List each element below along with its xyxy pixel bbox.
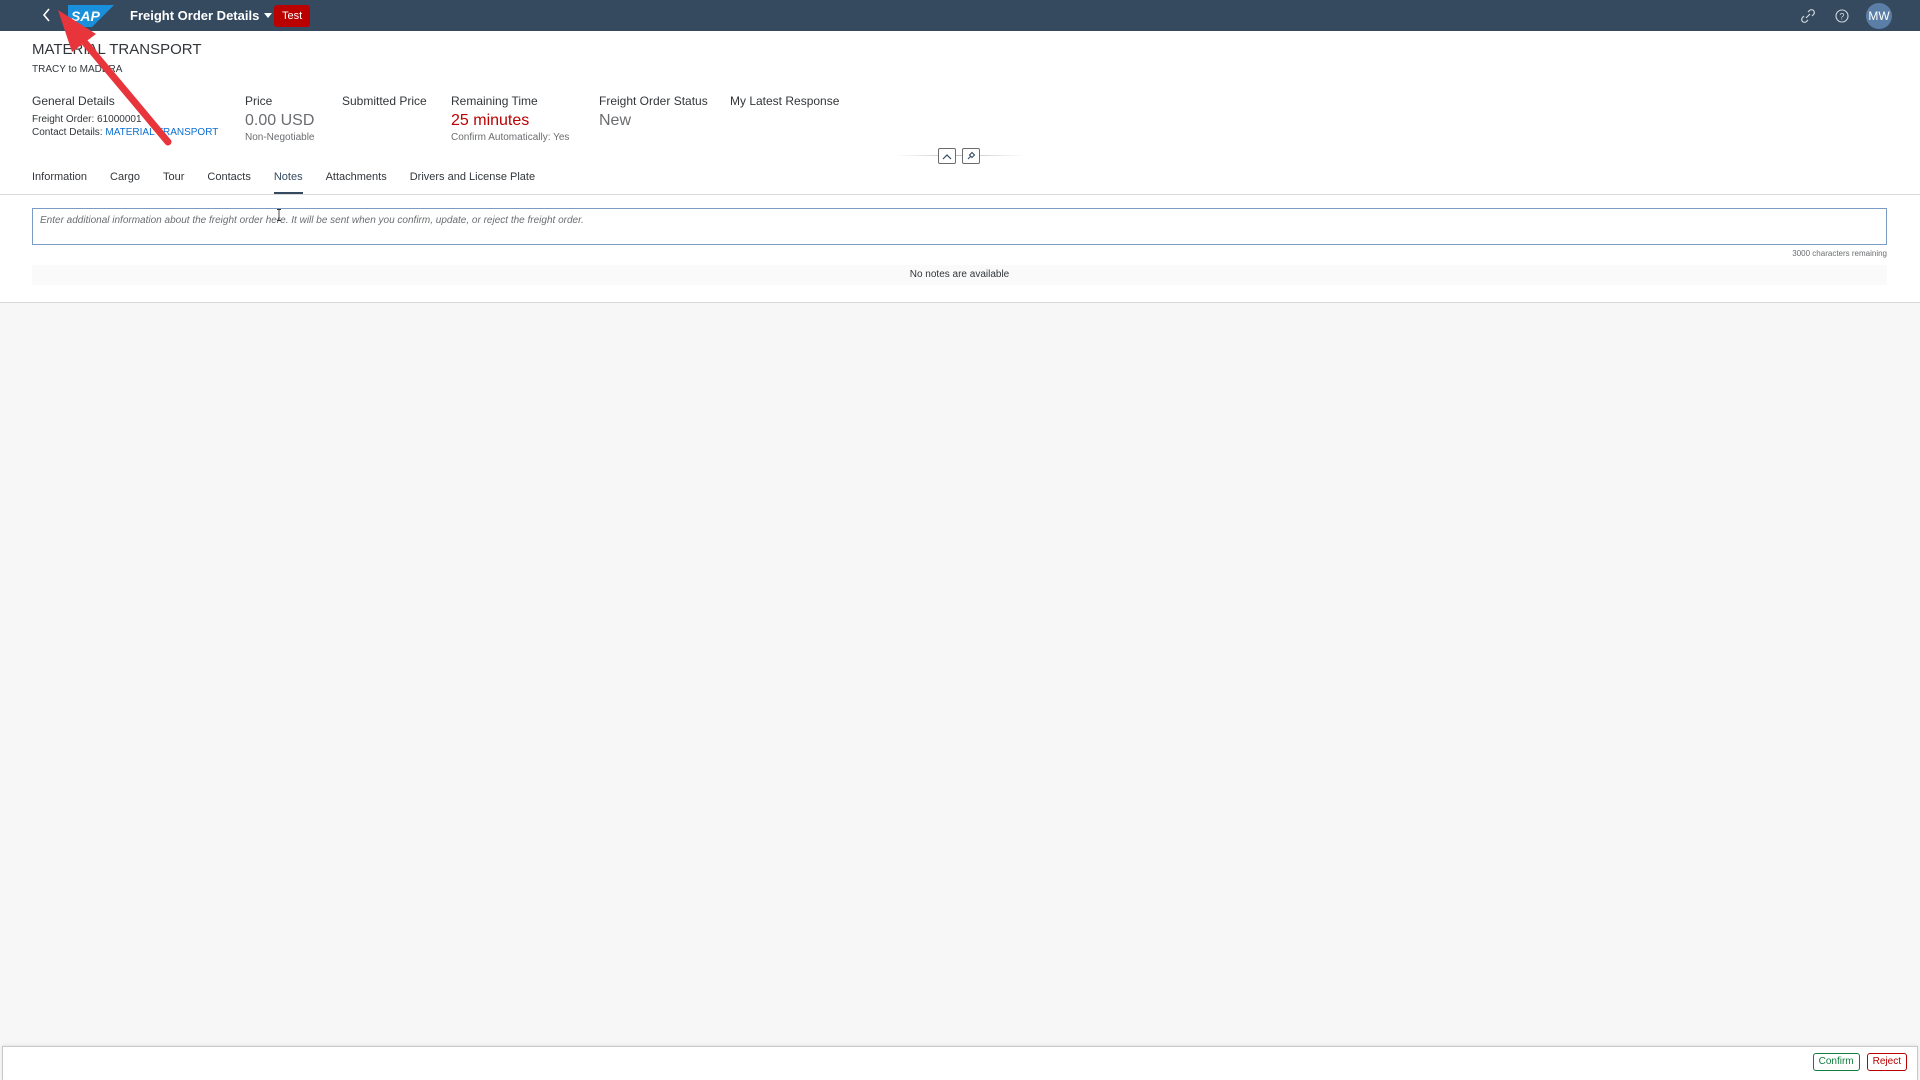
status-kpi: Freight Order Status New	[599, 94, 708, 130]
user-avatar[interactable]: MW	[1866, 3, 1892, 29]
freight-order-value: 61000001	[97, 114, 142, 125]
tab-notes[interactable]: Notes	[273, 171, 303, 194]
tab-cargo[interactable]: Cargo	[110, 171, 140, 194]
help-icon[interactable]: ?	[1832, 6, 1852, 26]
confirm-automatically: Confirm Automatically: Yes	[451, 132, 570, 143]
latest-response-label: My Latest Response	[730, 94, 840, 108]
tab-drivers-license-plate[interactable]: Drivers and License Plate	[410, 171, 535, 194]
price-value: 0.00 USD	[245, 112, 315, 129]
no-notes-message: No notes are available	[32, 265, 1887, 285]
text-cursor-icon	[277, 209, 281, 221]
general-details-label: General Details	[32, 94, 115, 108]
back-icon	[42, 8, 50, 22]
svg-text:?: ?	[1839, 12, 1844, 22]
footer-toolbar: Confirm Reject	[2, 1046, 1918, 1080]
remaining-time-kpi: Remaining Time 25 minutes Confirm Automa…	[451, 94, 569, 143]
app-title-menu[interactable]: Freight Order Details	[130, 8, 273, 23]
chevron-up-icon	[942, 153, 952, 159]
price-label: Price	[245, 94, 273, 108]
notes-input[interactable]	[32, 208, 1887, 245]
status-label: Freight Order Status	[599, 94, 708, 108]
remaining-time-label: Remaining Time	[451, 94, 538, 108]
tab-contacts[interactable]: Contacts	[207, 171, 250, 194]
chevron-down-icon	[264, 12, 273, 18]
header-collapse-bar	[895, 148, 1025, 164]
reject-button[interactable]: Reject	[1866, 1053, 1907, 1071]
price-kpi: Price 0.00 USD Non-Negotiable	[245, 94, 315, 143]
contact-details-label: Contact Details:	[32, 127, 103, 138]
section-tabs: Information Cargo Tour Contacts Notes At…	[32, 171, 558, 194]
collapse-header-button[interactable]	[938, 148, 956, 164]
pin-header-button[interactable]	[962, 148, 980, 164]
pin-icon	[967, 151, 976, 160]
back-button[interactable]	[36, 4, 58, 26]
confirm-button[interactable]: Confirm	[1812, 1053, 1860, 1071]
price-negotiability: Non-Negotiable	[245, 132, 315, 143]
sap-logo[interactable]: SAP	[68, 5, 114, 27]
latest-response-kpi: My Latest Response	[730, 94, 839, 108]
notes-section: 3000 characters remaining No notes are a…	[0, 195, 1920, 303]
shell-bar: SAP Freight Order Details Test ? MW	[0, 0, 1920, 31]
status-value: New	[599, 112, 632, 129]
page-subtitle: TRACY to MADERA	[32, 64, 123, 75]
tab-information[interactable]: Information	[32, 171, 87, 194]
tab-tour[interactable]: Tour	[163, 171, 184, 194]
freight-order-label: Freight Order:	[32, 114, 95, 125]
page-title: MATERIAL TRANSPORT	[32, 41, 202, 58]
freight-order-line: Freight Order: 61000001	[32, 114, 218, 125]
remaining-time-value: 25 minutes	[451, 112, 530, 129]
app-title: Freight Order Details	[130, 8, 260, 23]
environment-badge: Test	[274, 5, 311, 27]
tab-attachments[interactable]: Attachments	[326, 171, 387, 194]
link-icon[interactable]	[1798, 6, 1818, 26]
svg-text:SAP: SAP	[71, 8, 100, 24]
submitted-price-kpi: Submitted Price	[342, 94, 427, 108]
submitted-price-label: Submitted Price	[342, 94, 427, 108]
general-details: General Details Freight Order: 61000001 …	[32, 94, 218, 138]
contact-details-line: Contact Details: MATERIAL TRANSPORT	[32, 127, 218, 138]
contact-details-link[interactable]: MATERIAL TRANSPORT	[105, 127, 218, 138]
characters-remaining: 3000 characters remaining	[1792, 249, 1887, 258]
